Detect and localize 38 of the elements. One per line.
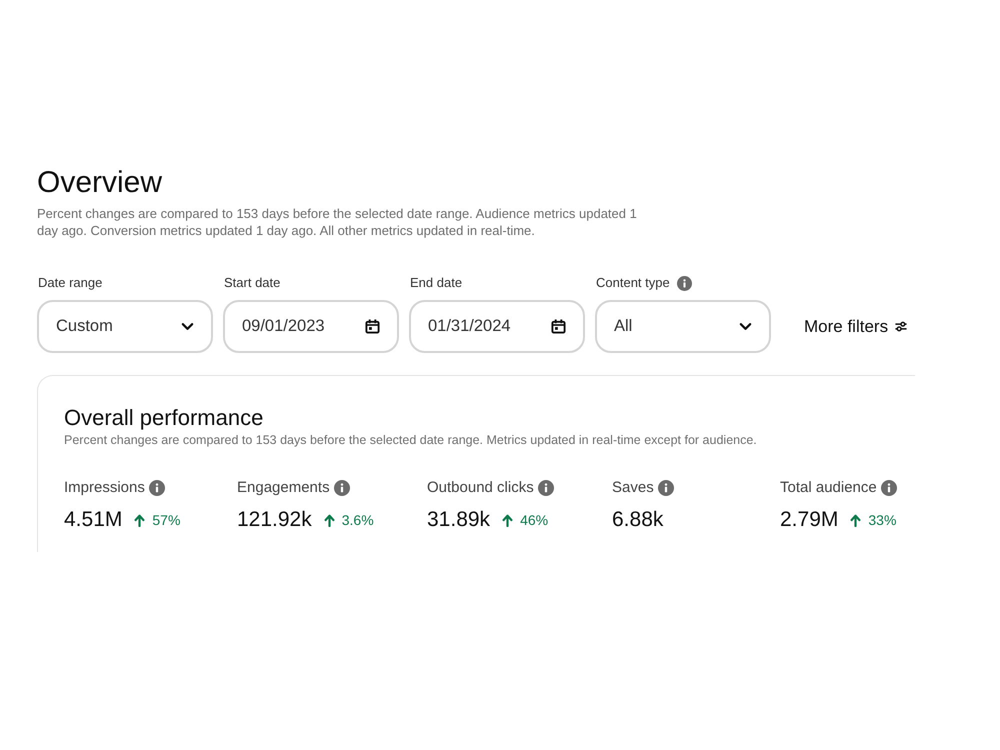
metric-change: 46% bbox=[520, 511, 548, 529]
info-icon[interactable] bbox=[334, 480, 350, 496]
metric-value: 121.92k bbox=[237, 507, 312, 533]
field-label: Date range bbox=[38, 275, 102, 291]
metric-value: 2.79M bbox=[780, 507, 838, 533]
dropdown-field[interactable]: Custom bbox=[37, 300, 213, 353]
chevron-down-icon bbox=[739, 320, 752, 333]
dropdown-field[interactable]: All bbox=[595, 300, 771, 353]
page-title: Overview bbox=[37, 165, 162, 201]
info-icon[interactable] bbox=[880, 480, 897, 496]
info-icon[interactable] bbox=[658, 480, 674, 496]
metric-value: 31.89k bbox=[427, 507, 490, 533]
metric-label: Total audience bbox=[780, 479, 877, 497]
more-filters-button[interactable]: More filters bbox=[804, 300, 908, 353]
page-description: Percent changes are compared to 153 days before the selected date range. Audience metrics updated 1 day ago. Conversion metrics updated 1 day ago. All other metrics updated in real-time. bbox=[37, 205, 638, 239]
metric-label: Engagements bbox=[237, 479, 330, 497]
field-label: Content type bbox=[596, 275, 670, 291]
metric-change: 3.6% bbox=[342, 511, 374, 529]
metric-label: Saves bbox=[612, 479, 654, 497]
card-title: Overall performance bbox=[64, 404, 264, 431]
info-icon[interactable] bbox=[538, 480, 554, 496]
chevron-down-icon bbox=[181, 320, 194, 333]
metric-change: 57% bbox=[152, 511, 180, 529]
metric-label: Impressions bbox=[64, 479, 145, 497]
info-icon[interactable] bbox=[148, 480, 165, 496]
date-field[interactable]: 09/01/2023 bbox=[223, 300, 399, 353]
info-icon[interactable] bbox=[676, 276, 692, 290]
calendar-icon bbox=[365, 319, 380, 334]
field-label: Start date bbox=[224, 275, 280, 291]
calendar-icon bbox=[551, 319, 566, 334]
date-field[interactable]: 01/31/2024 bbox=[409, 300, 585, 353]
sliders-icon bbox=[894, 320, 908, 333]
metric-change: 33% bbox=[868, 511, 896, 529]
metric-label: Outbound clicks bbox=[427, 479, 534, 497]
metric-value: 6.88k bbox=[612, 507, 664, 533]
field-label: End date bbox=[410, 275, 462, 291]
card-description: Percent changes are compared to 153 days before the selected date range. Metrics updated in real-time except for audience. bbox=[64, 432, 757, 448]
metric-value: 4.51M bbox=[64, 507, 122, 533]
